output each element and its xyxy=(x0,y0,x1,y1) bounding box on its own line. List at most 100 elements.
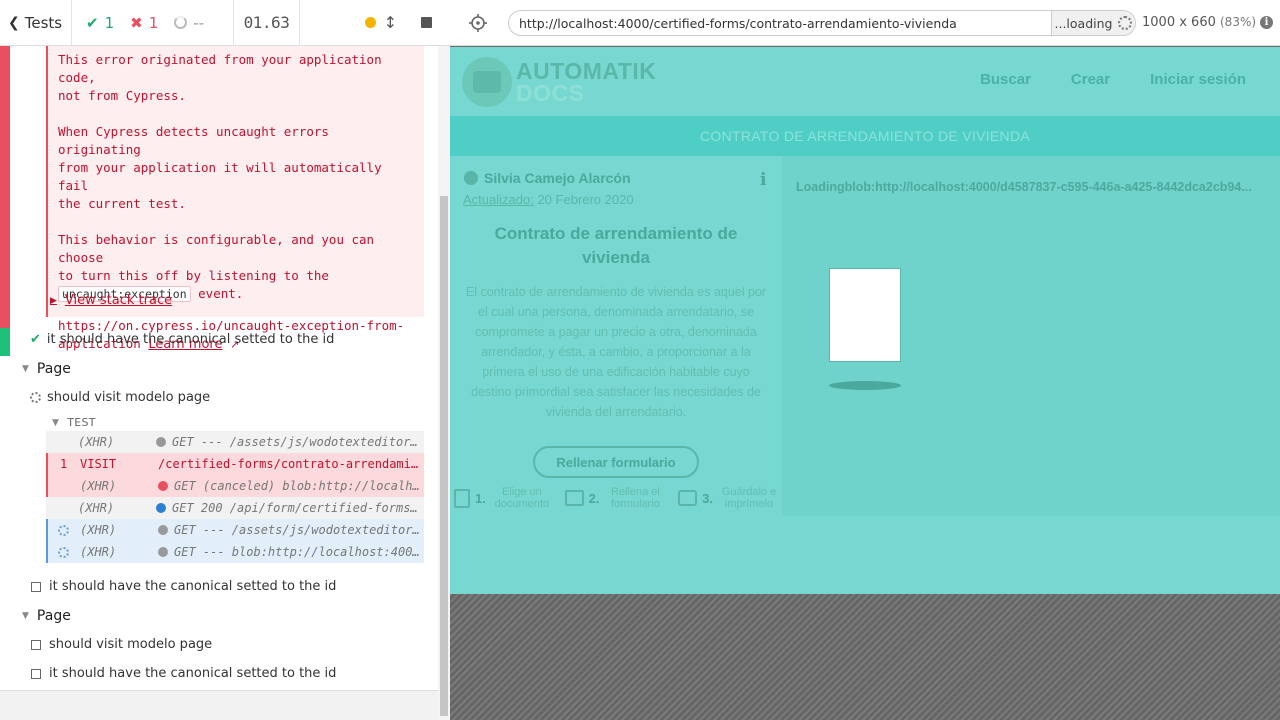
command-row-pending[interactable]: (XHR) GET --- blob:http://localhost:4000… xyxy=(46,541,424,563)
updated-label: Actualizado: xyxy=(463,192,534,207)
commands-header[interactable]: ▼ TEST xyxy=(52,416,96,429)
passed-value: 1 xyxy=(104,13,115,32)
command-name: (XHR) xyxy=(78,501,115,515)
command-row[interactable]: (XHR) GET 200 /api/form/certified-forms/… xyxy=(46,497,424,519)
spinner-icon xyxy=(58,524,69,536)
caret-down-icon: ▼ xyxy=(22,364,29,374)
suite-title: Page xyxy=(36,608,71,624)
info-icon[interactable]: i xyxy=(760,170,766,190)
stop-button[interactable] xyxy=(421,17,432,28)
test-item[interactable]: ✔ it should have the canonical setted to… xyxy=(30,332,334,347)
nav-buscar-link[interactable]: Buscar xyxy=(980,71,1031,88)
pending-box-icon xyxy=(31,668,41,679)
step-number: 3. xyxy=(702,490,713,506)
reporter-scrollbar[interactable] xyxy=(438,46,450,720)
viewer-loading-text: Loadingblob:http://localhost:4000/d45878… xyxy=(796,180,1252,194)
command-text: GET --- /assets/js/wodotexteditor/wodote… xyxy=(172,435,424,449)
command-text: /certified-forms/contrato-arrendamiento-… xyxy=(158,457,424,471)
duration: 01.63 xyxy=(234,0,300,46)
passed-test-indicator xyxy=(0,328,10,356)
auto-scroll-toggle-icon[interactable]: ↕ xyxy=(384,13,397,32)
circle-pending-icon xyxy=(174,16,188,29)
step-number: 2. xyxy=(588,490,600,506)
viewport-scale: (83%) xyxy=(1220,15,1257,29)
nav-crear-link[interactable]: Crear xyxy=(1071,71,1110,88)
command-row[interactable]: (XHR) GET --- /assets/js/wodotexteditor/… xyxy=(46,431,424,453)
info-icon[interactable]: i xyxy=(1260,16,1273,29)
spinner-icon xyxy=(58,546,69,558)
commands-header-label: TEST xyxy=(67,416,96,429)
test-title: it should have the canonical setted to t… xyxy=(49,579,337,594)
step-number: 1. xyxy=(475,490,486,506)
status-dot-icon xyxy=(158,525,168,535)
status-dot-icon xyxy=(156,437,166,447)
check-icon: ✔ xyxy=(30,332,41,347)
reporter-controls: ↕ xyxy=(300,0,450,46)
command-name: (XHR) xyxy=(80,545,117,559)
app-under-test-panel: http://localhost:4000/certified-forms/co… xyxy=(450,0,1280,720)
test-item[interactable]: it should have the canonical setted to t… xyxy=(31,666,336,681)
aut-empty-area xyxy=(450,594,1280,720)
document-title: Contrato de arrendamiento de vivienda xyxy=(494,224,738,267)
running-indicator-icon xyxy=(364,17,376,28)
suite-item[interactable]: ▼ Page xyxy=(22,361,71,377)
spinner-icon xyxy=(30,392,41,403)
author-name: Silvia Camejo Alarcón xyxy=(484,170,631,186)
pending-value: -- xyxy=(193,13,205,32)
selector-playground-icon[interactable] xyxy=(468,13,488,33)
url-bar[interactable]: http://localhost:4000/certified-forms/co… xyxy=(508,10,1136,36)
fill-form-button[interactable]: Rellenar formulario xyxy=(533,446,699,478)
command-message: GET --- /assets/js/wodotexteditor/wodote… xyxy=(156,435,424,449)
scrollbar-thumb[interactable] xyxy=(440,196,448,716)
command-row-pending[interactable]: (XHR) GET --- /assets/js/wodotexteditor/… xyxy=(46,519,424,541)
test-title: it should have the canonical setted to t… xyxy=(46,332,335,347)
spinner-icon xyxy=(1118,16,1133,30)
updated-value: 20 Febrero 2020 xyxy=(533,192,634,207)
document-viewer: Loadingblob:http://localhost:4000/d45878… xyxy=(782,156,1280,516)
viewport-dimensions: 1000 x 660 (83%) xyxy=(1142,15,1256,30)
logo-word-1: AUTOMATIK xyxy=(516,58,657,84)
step-label: Rellena el formulario xyxy=(610,486,660,510)
status-dot-icon xyxy=(158,481,168,491)
step-2: 2. Rellena el formulario xyxy=(564,486,667,510)
nav-login-link[interactable]: Iniciar sesión xyxy=(1150,71,1246,88)
nav-links: Buscar Crear Iniciar sesión xyxy=(980,71,1246,88)
document-description: El contrato de arrendamiento de vivienda… xyxy=(465,285,767,419)
command-text: GET --- /assets/js/wodotexteditor/wodote… xyxy=(174,523,424,537)
error-paragraph-2: When Cypress detects uncaught errors ori… xyxy=(58,124,382,211)
failed-value: 1 xyxy=(148,13,159,32)
command-row-visit[interactable]: 1 VISIT /certified-forms/contrato-arrend… xyxy=(46,453,424,475)
error-text: This behavior is configurable, and you c… xyxy=(58,232,375,283)
caret-down-icon: ▼ xyxy=(52,417,60,428)
page-banner: CONTRATO DE ARRENDAMIENTO DE VIVIENDA xyxy=(450,116,1280,156)
command-row[interactable]: (XHR) GET (canceled) blob:http://localho… xyxy=(46,475,424,497)
caret-down-icon: ▼ xyxy=(22,611,29,621)
x-icon: ✖ xyxy=(130,13,143,32)
pending-box-icon xyxy=(31,581,41,592)
step-3: 3. Guárdalo e imprímelo xyxy=(678,486,780,510)
suite-item[interactable]: ▼ Page xyxy=(22,608,71,624)
url-text: http://localhost:4000/certified-forms/co… xyxy=(519,15,957,31)
cypress-runner: ❮ Tests ✔ 1 ✖ 1 -- 01.63 ↕ This error or… xyxy=(0,0,1280,720)
caret-right-icon: ▶ xyxy=(50,296,57,306)
error-paragraph-1: This error originated from your applicat… xyxy=(58,52,382,103)
test-item[interactable]: should visit modelo page xyxy=(31,637,212,652)
command-message: GET --- blob:http://localhost:4000/d4587… xyxy=(158,545,424,559)
app-iframe: AUTOMATIK DOCS Buscar Crear Iniciar sesi… xyxy=(450,47,1280,594)
view-stack-trace[interactable]: ▶ View stack trace xyxy=(50,292,172,310)
error-message: This error originated from your applicat… xyxy=(46,46,424,352)
pending-count: -- xyxy=(174,14,204,32)
test-item-running[interactable]: should visit modelo page xyxy=(30,390,210,405)
command-text: GET (canceled) blob:http://localhost:400… xyxy=(174,479,424,493)
tests-back-button[interactable]: ❮ Tests xyxy=(0,0,72,46)
document-page-placeholder xyxy=(829,268,901,362)
app-navbar: AUTOMATIK DOCS Buscar Crear Iniciar sesi… xyxy=(450,47,1280,116)
logo-icon[interactable] xyxy=(462,57,512,107)
command-number: 1 xyxy=(60,457,68,471)
document-icon xyxy=(454,488,470,508)
logo-text[interactable]: AUTOMATIK DOCS xyxy=(516,58,657,105)
test-item[interactable]: it should have the canonical setted to t… xyxy=(31,579,336,594)
command-name: (XHR) xyxy=(78,435,115,449)
page-shadow xyxy=(829,381,901,390)
step-1: 1. Elige un documento xyxy=(454,486,553,510)
